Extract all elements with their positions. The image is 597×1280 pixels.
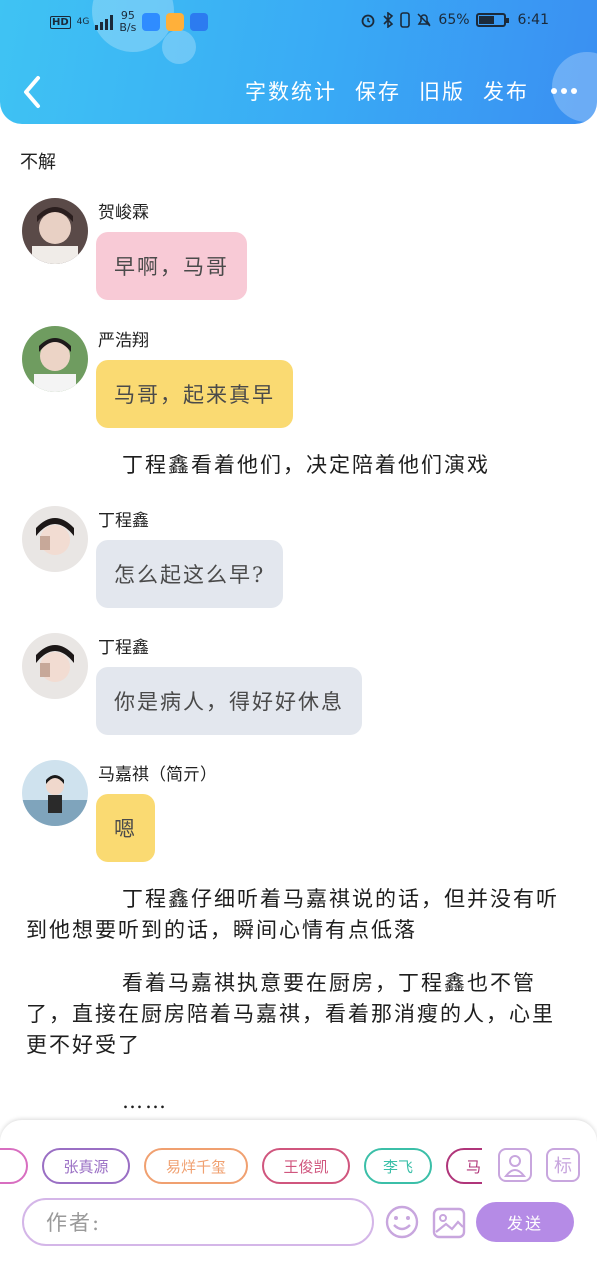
sender-name: 马嘉祺（简亓） (98, 765, 217, 785)
sender-name: 丁程鑫 (98, 511, 149, 531)
character-chip[interactable]: 马 (446, 1148, 482, 1184)
status-bar: HD 4G 95 B/s 65% 6:41 (0, 0, 597, 46)
chat-message[interactable]: 马嘉祺（简亓） 嗯 (22, 760, 582, 864)
signal-icon (95, 14, 114, 30)
chat-message[interactable]: 丁程鑫 你是病人，得好好休息 (22, 633, 582, 737)
message-bubble: 你是病人，得好好休息 (96, 667, 362, 735)
publish-button[interactable]: 发布 (483, 76, 529, 106)
avatar (22, 633, 88, 699)
character-chip[interactable]: 张真源 (42, 1148, 130, 1184)
clock: 6:41 (517, 12, 549, 28)
vibrate-icon (400, 12, 411, 28)
mute-icon (417, 13, 431, 27)
network-type: 4G (76, 17, 90, 27)
app-notification-icon (190, 13, 209, 31)
tag-icon[interactable]: 标 (546, 1148, 580, 1182)
message-bubble: 嗯 (96, 794, 155, 862)
word-count-button[interactable]: 字数统计 (245, 76, 337, 106)
avatar (22, 198, 88, 264)
message-bubble: 马哥，起来真早 (96, 360, 293, 428)
author-input[interactable]: 作者: (22, 1198, 374, 1246)
chat-message[interactable]: 严浩翔 马哥，起来真早 (22, 326, 582, 430)
chat-app-icon (142, 13, 161, 31)
chat-message[interactable]: 丁程鑫 怎么起这么早? (22, 506, 582, 610)
network-speed: 95 B/s (119, 9, 137, 34)
avatar (22, 506, 88, 572)
message-bubble: 早啊，马哥 (96, 232, 247, 300)
more-icon[interactable] (551, 88, 577, 94)
send-button[interactable]: 发送 (476, 1202, 574, 1242)
save-button[interactable]: 保存 (355, 76, 401, 106)
chat-message[interactable]: 贺峻霖 早啊，马哥 (22, 198, 582, 302)
avatar (22, 326, 88, 392)
old-version-button[interactable]: 旧版 (419, 76, 465, 106)
battery-percent: 65% (438, 12, 470, 28)
top-bar: HD 4G 95 B/s 65% 6:41 字数统计 保存 旧版 发布 (0, 0, 597, 124)
sender-name: 严浩翔 (98, 331, 149, 351)
message-bubble: 怎么起这么早? (96, 540, 284, 608)
narration-text: …… (122, 1089, 168, 1113)
narration-text: 看着马嘉祺执意要在厨房，丁程鑫也不管了，直接在厨房陪着马嘉祺，看着那消瘦的人，心… (26, 971, 555, 1057)
add-character-icon[interactable] (498, 1148, 532, 1182)
character-chip[interactable] (0, 1148, 28, 1184)
back-arrow-icon[interactable] (18, 72, 50, 112)
story-title: 不解 (20, 152, 56, 173)
character-chip[interactable]: 李飞 (364, 1148, 432, 1184)
bluetooth-icon (383, 12, 394, 28)
sender-name: 贺峻霖 (98, 203, 149, 223)
character-chip[interactable]: 王俊凯 (262, 1148, 350, 1184)
emoji-icon[interactable] (384, 1204, 420, 1240)
narration-text: 丁程鑫仔细听着马嘉祺说的话，但并没有听到他想要听到的话，瞬间心情有点低落 (26, 887, 559, 942)
avatar (22, 760, 88, 826)
character-chip[interactable]: 易烊千玺 (144, 1148, 248, 1184)
alarm-icon (362, 14, 375, 28)
image-icon[interactable] (432, 1206, 466, 1240)
composer-panel: 张真源 易烊千玺 王俊凯 李飞 马 标 作者: 发送 (0, 1120, 597, 1280)
narration-text: 丁程鑫看着他们，决定陪着他们演戏 (122, 453, 490, 477)
battery-icon (475, 13, 509, 27)
toolbar-menu: 字数统计 保存 旧版 发布 (245, 76, 577, 106)
sender-name: 丁程鑫 (98, 638, 149, 658)
weibo-icon (166, 13, 185, 31)
hd-indicator: HD (50, 15, 71, 29)
character-list: 张真源 易烊千玺 王俊凯 李飞 马 (0, 1148, 482, 1186)
